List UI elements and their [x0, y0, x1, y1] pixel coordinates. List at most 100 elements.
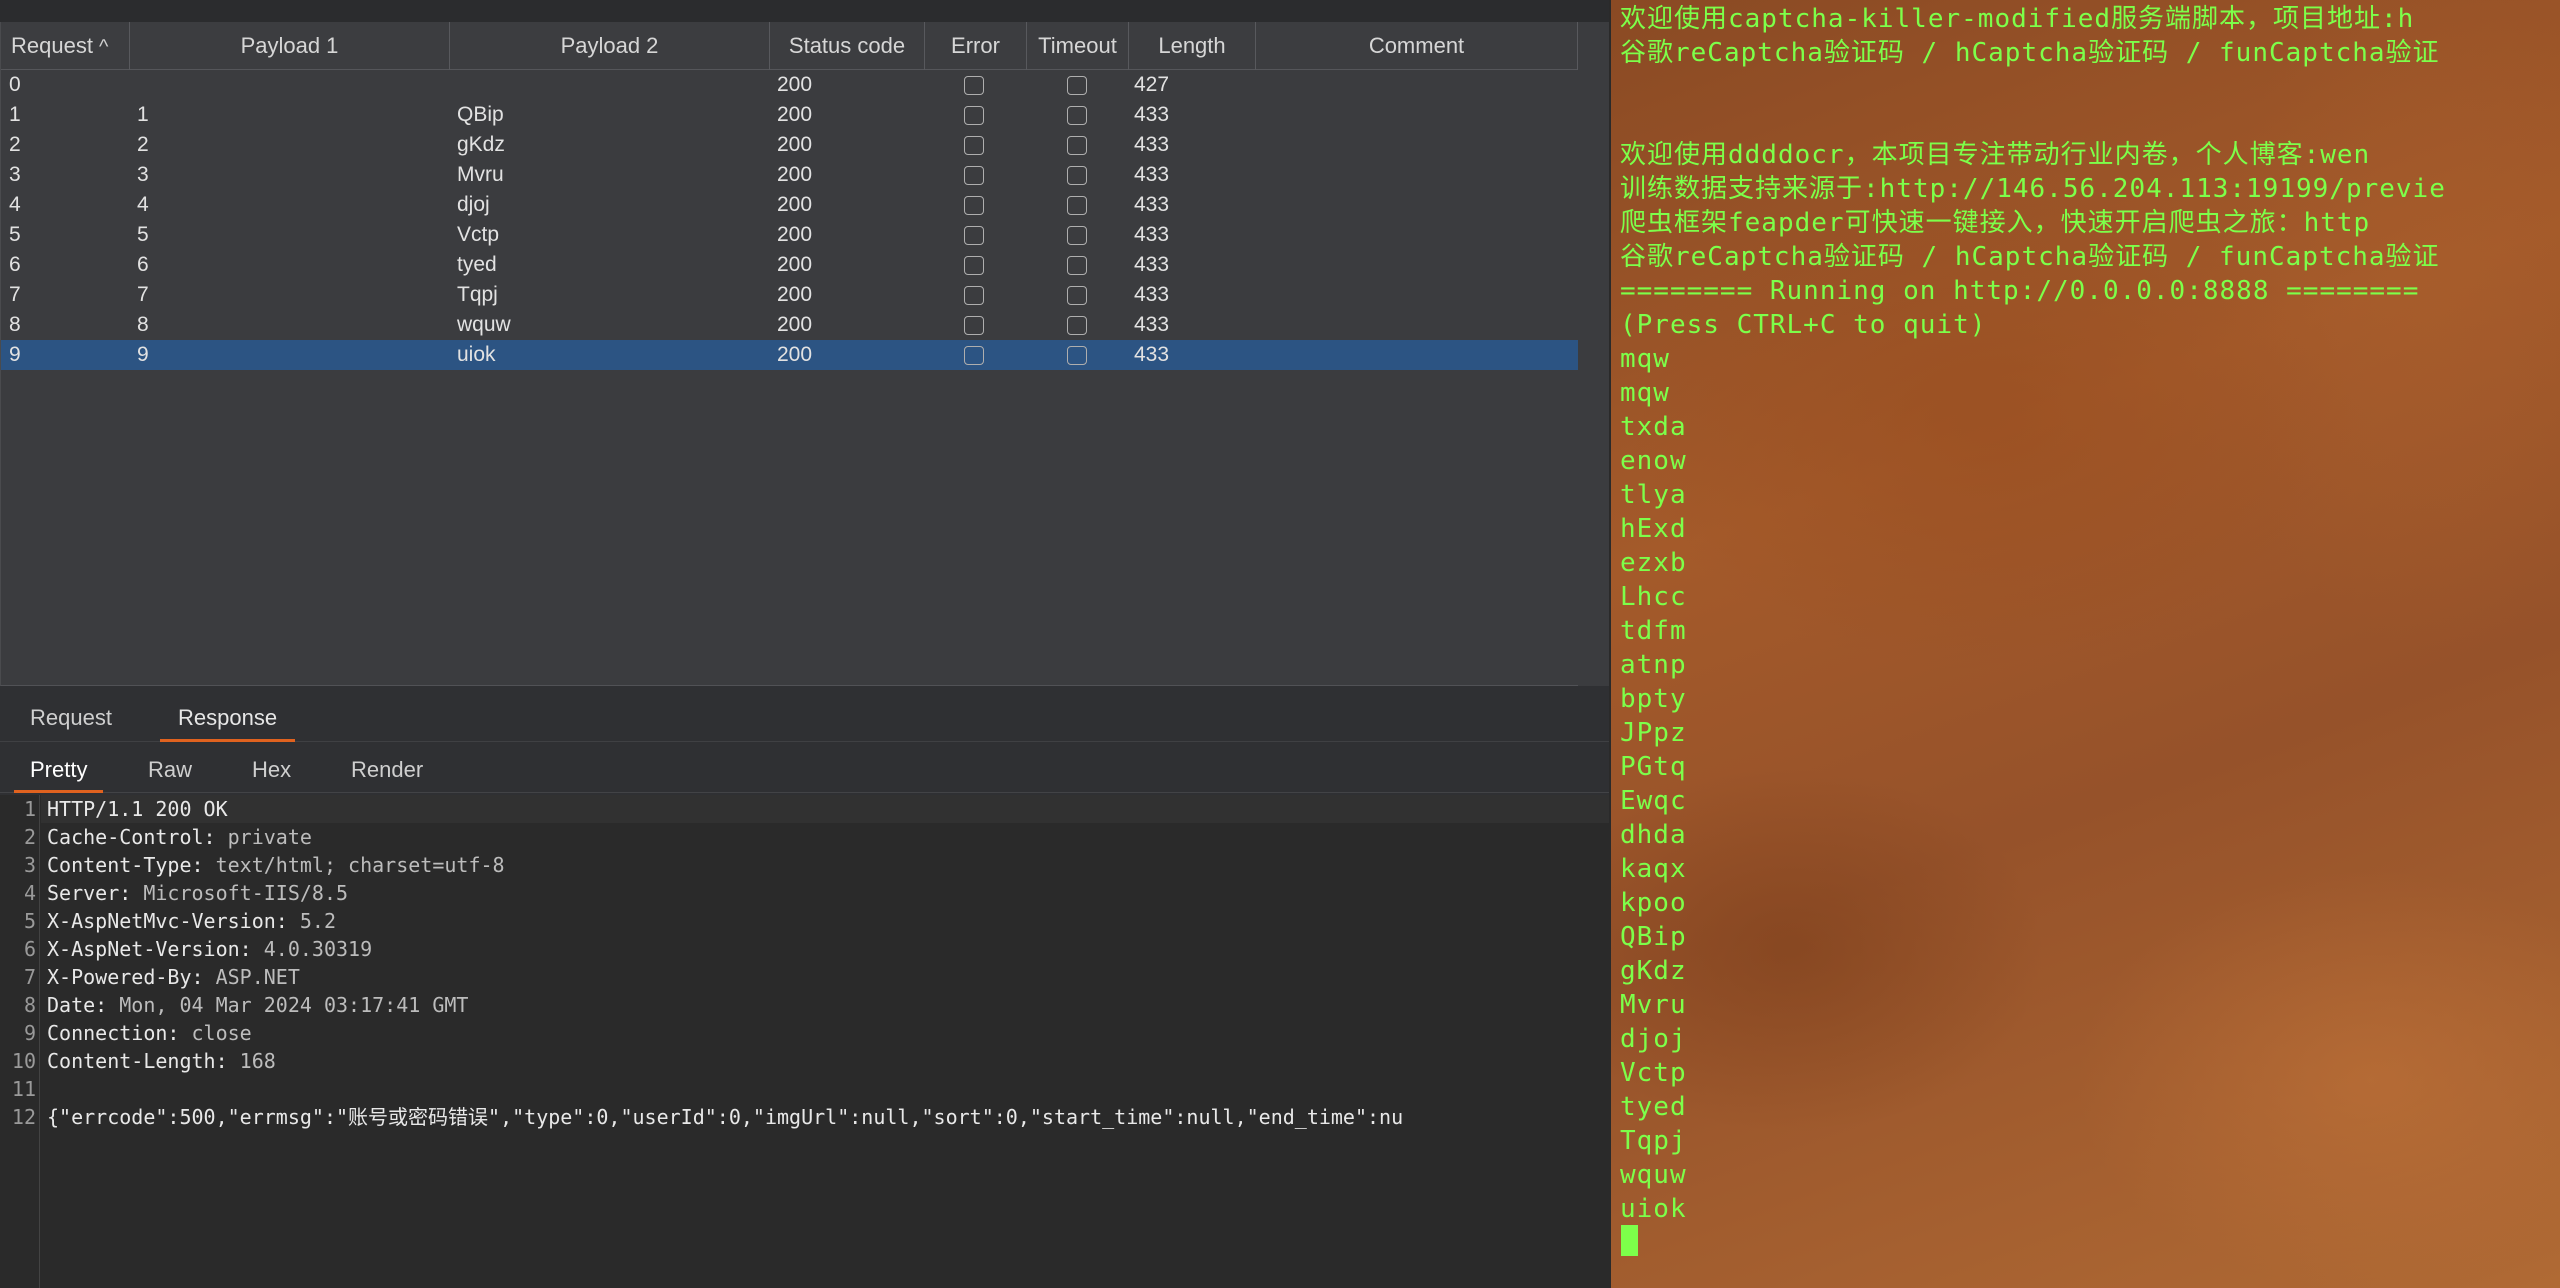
header-value: private [215, 825, 312, 849]
tab-hex[interactable]: Hex [252, 743, 291, 793]
response-line: Server: Microsoft-IIS/8.5 [47, 879, 348, 907]
error-checkbox[interactable] [964, 346, 984, 365]
timeout-checkbox[interactable] [1067, 106, 1087, 125]
error-checkbox[interactable] [964, 316, 984, 335]
column-header-payload-1[interactable]: Payload 1 [130, 22, 450, 70]
timeout-checkbox[interactable] [1067, 76, 1087, 95]
terminal-line: PGtq [1620, 752, 1687, 782]
header-name: X-AspNet-Version: [47, 937, 252, 961]
cell-payload-1: 5 [137, 223, 149, 246]
terminal-line: atnp [1620, 650, 1687, 680]
timeout-checkbox[interactable] [1067, 256, 1087, 275]
header-value: 168 [227, 1049, 276, 1073]
cell-status-code: 200 [777, 133, 813, 156]
line-number-gutter: 1 2 3 4 5 6 7 8 9 10 11 12 [0, 795, 40, 1288]
results-scrollbar[interactable] [1578, 22, 1609, 686]
header-name: {"errcode":500,"errmsg":"账号或密码错误","type"… [47, 1105, 1404, 1129]
column-header-status-code[interactable]: Status code [770, 22, 925, 70]
header-value: text/html; charset=utf-8 [203, 853, 505, 877]
cell-request: 9 [9, 343, 21, 366]
tab-raw[interactable]: Raw [148, 743, 192, 793]
cell-payload-1: 6 [137, 253, 149, 276]
column-header-request[interactable]: Request ^ [1, 22, 130, 70]
table-row[interactable]: 7 7 Tqpj 200 433 [1, 280, 1578, 310]
table-row[interactable]: 9 9 uiok 200 433 [1, 340, 1578, 370]
error-checkbox[interactable] [964, 136, 984, 155]
response-editor[interactable]: 1 2 3 4 5 6 7 8 9 10 11 12 HTTP/1.1 200 OK Cache-Con… [0, 795, 1609, 1288]
table-row[interactable]: 0 200 427 [1, 70, 1578, 100]
line-number: 4 [23, 881, 36, 905]
error-checkbox[interactable] [964, 76, 984, 95]
line-number: 8 [23, 993, 36, 1017]
timeout-checkbox[interactable] [1067, 136, 1087, 155]
header-value: close [179, 1021, 252, 1045]
cell-length: 427 [1134, 73, 1170, 96]
line-number: 6 [23, 937, 36, 961]
column-header-error[interactable]: Error [925, 22, 1027, 70]
cell-payload-1: 8 [137, 313, 149, 336]
header-name: X-AspNetMvc-Version: [47, 909, 288, 933]
tab-request[interactable]: Request [30, 688, 112, 742]
table-row[interactable]: 6 6 tyed 200 433 [1, 250, 1578, 280]
cell-payload-2: gKdz [457, 133, 505, 156]
timeout-checkbox[interactable] [1067, 226, 1087, 245]
table-row[interactable]: 1 1 QBip 200 433 [1, 100, 1578, 130]
header-value: Mon, 04 Mar 2024 03:17:41 GMT [107, 993, 469, 1017]
cell-payload-2: QBip [457, 103, 504, 126]
header-value: 5.2 [287, 909, 336, 933]
terminal-cursor [1621, 1225, 1638, 1256]
terminal-line: mqw [1620, 344, 1670, 374]
table-row[interactable]: 3 3 Mvru 200 433 [1, 160, 1578, 190]
terminal-window[interactable]: 欢迎使用captcha-killer-modified服务端脚本，项目地址:h 谷… [1609, 0, 2560, 1288]
window-top-strip [0, 0, 1609, 22]
error-checkbox[interactable] [964, 166, 984, 185]
timeout-checkbox[interactable] [1067, 346, 1087, 365]
line-number: 12 [11, 1105, 36, 1129]
cell-length: 433 [1134, 343, 1170, 366]
timeout-checkbox[interactable] [1067, 166, 1087, 185]
error-checkbox[interactable] [964, 286, 984, 305]
cell-payload-2: tyed [457, 253, 497, 276]
response-line: HTTP/1.1 200 OK [47, 795, 228, 823]
terminal-line: 谷歌reCaptcha验证码 / hCaptcha验证码 / funCaptch… [1620, 38, 2440, 68]
table-row[interactable]: 2 2 gKdz 200 433 [1, 130, 1578, 160]
timeout-checkbox[interactable] [1067, 316, 1087, 335]
error-checkbox[interactable] [964, 196, 984, 215]
terminal-line: Lhcc [1620, 582, 1687, 612]
cell-status-code: 200 [777, 313, 813, 336]
column-header-length[interactable]: Length [1129, 22, 1256, 70]
response-line: Content-Type: text/html; charset=utf-8 [47, 851, 505, 879]
cell-request: 6 [9, 253, 21, 276]
tab-render[interactable]: Render [351, 743, 423, 793]
view-tabs: Pretty Raw Hex Render [0, 743, 1609, 793]
intruder-results-window: Request ^ Payload 1 Payload 2 Status code… [0, 0, 1609, 1288]
cell-request: 4 [9, 193, 21, 216]
table-row[interactable]: 5 5 Vctp 200 433 [1, 220, 1578, 250]
tab-response[interactable]: Response [160, 688, 296, 742]
error-checkbox[interactable] [964, 256, 984, 275]
column-header-label: Request [11, 33, 93, 58]
error-checkbox[interactable] [964, 106, 984, 125]
response-line: X-AspNet-Version: 4.0.30319 [47, 935, 372, 963]
cell-length: 433 [1134, 193, 1170, 216]
terminal-line: QBip [1620, 922, 1687, 952]
cell-payload-2: wquw [457, 313, 511, 336]
table-row[interactable]: 4 4 djoj 200 433 [1, 190, 1578, 220]
column-header-timeout[interactable]: Timeout [1027, 22, 1129, 70]
cell-payload-1: 2 [137, 133, 149, 156]
error-checkbox[interactable] [964, 226, 984, 245]
header-name: Cache-Control: [47, 825, 216, 849]
column-header-comment[interactable]: Comment [1256, 22, 1578, 70]
results-table-body: 0 200 427 1 1 QBip 200 433 2 2 gKdz 200 433 3 3 Mvru 200… [1, 70, 1578, 370]
column-header-payload-2[interactable]: Payload 2 [450, 22, 770, 70]
cell-request: 1 [9, 103, 21, 126]
tab-pretty[interactable]: Pretty [14, 743, 104, 793]
terminal-line: Vctp [1620, 1058, 1687, 1088]
header-name: Date: [47, 993, 108, 1017]
timeout-checkbox[interactable] [1067, 196, 1087, 215]
line-number: 2 [23, 825, 36, 849]
timeout-checkbox[interactable] [1067, 286, 1087, 305]
table-row[interactable]: 8 8 wquw 200 433 [1, 310, 1578, 340]
terminal-line: kpoo [1620, 888, 1687, 918]
cell-request: 7 [9, 283, 21, 306]
